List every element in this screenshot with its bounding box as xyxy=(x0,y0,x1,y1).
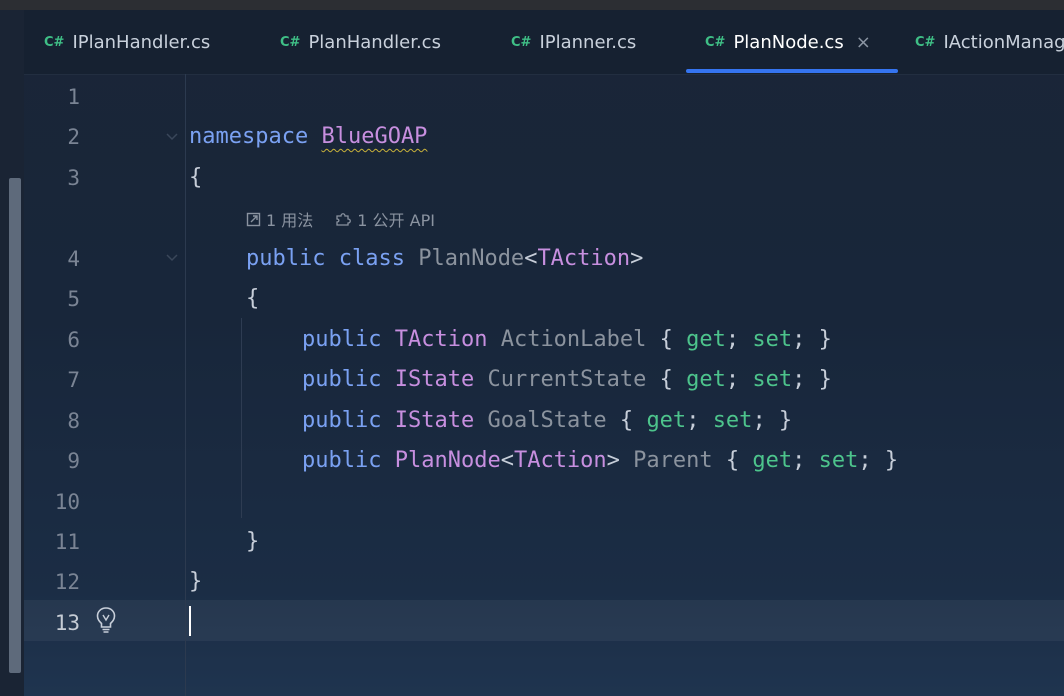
code-line-7[interactable]: public IState CurrentState { get; set; } xyxy=(302,368,832,392)
line-number: 6 xyxy=(67,328,80,352)
keyword: class xyxy=(338,246,405,271)
property-type: PlanNode xyxy=(394,448,501,473)
tab-label: PlanHandler.cs xyxy=(308,31,441,53)
line-number: 3 xyxy=(67,166,80,190)
property-name: GoalState xyxy=(487,408,607,433)
property-type: IState xyxy=(394,367,475,392)
accessor-set: set xyxy=(752,367,793,392)
accessor-get: get xyxy=(686,367,726,392)
accessor-get: get xyxy=(686,327,726,352)
open-brace: { xyxy=(189,165,203,190)
csharp-file-icon: C# xyxy=(511,34,532,50)
text-caret xyxy=(189,606,191,636)
tab-iplanhandler[interactable]: C# IPlanHandler.cs xyxy=(44,10,210,74)
accessor-set: set xyxy=(818,448,859,473)
usages-label: 1 用法 xyxy=(266,211,314,230)
lightbulb-icon[interactable] xyxy=(95,606,117,634)
code-line-12[interactable]: } xyxy=(189,570,202,594)
puzzle-icon xyxy=(336,213,352,226)
editor-tab-bar: C# IPlanHandler.cs C# PlanHandler.cs C# … xyxy=(24,10,1064,75)
code-line-6[interactable]: public TAction ActionLabel { get; set; } xyxy=(302,328,832,352)
tab-label: IPlanHandler.cs xyxy=(72,31,211,53)
accessor-set: set xyxy=(712,408,753,433)
chevron-down-icon[interactable] xyxy=(166,132,178,142)
type-parameter: TAction xyxy=(537,246,631,271)
line-number: 2 xyxy=(67,125,80,149)
property-name: CurrentState xyxy=(487,367,647,392)
accessor-set: set xyxy=(752,327,793,352)
chevron-down-icon[interactable] xyxy=(166,253,178,263)
public-api-label: 1 公开 API xyxy=(357,211,435,230)
close-brace: } xyxy=(189,569,203,594)
tab-iplanner[interactable]: C# IPlanner.cs xyxy=(511,10,636,74)
current-line-highlight xyxy=(24,600,1064,641)
property-type: TAction xyxy=(394,327,488,352)
gutter-separator xyxy=(185,74,186,696)
tab-plannode[interactable]: C# PlanNode.cs × xyxy=(705,10,871,74)
tab-iactionmanager[interactable]: C# IActionManag xyxy=(915,10,1064,74)
close-brace: } xyxy=(246,529,260,554)
code-line-11[interactable]: } xyxy=(246,530,259,554)
code-line-3[interactable]: { xyxy=(189,166,202,190)
csharp-file-icon: C# xyxy=(915,34,936,50)
external-link-icon xyxy=(246,212,261,227)
line-number: 12 xyxy=(54,570,80,594)
line-number: 8 xyxy=(67,409,80,433)
line-number: 5 xyxy=(67,287,80,311)
keyword: namespace xyxy=(189,124,309,149)
tab-label: PlanNode.cs xyxy=(733,31,844,53)
keyword: public xyxy=(302,408,382,433)
line-number: 4 xyxy=(67,247,80,271)
class-name: PlanNode xyxy=(418,246,525,271)
active-tab-indicator xyxy=(686,69,898,73)
open-brace: { xyxy=(246,286,260,311)
type-parameter: TAction xyxy=(513,448,607,473)
property-type: IState xyxy=(394,408,475,433)
property-name: Parent xyxy=(633,448,713,473)
code-line-9[interactable]: public PlanNode<TAction> Parent { get; s… xyxy=(302,449,898,473)
line-number: 10 xyxy=(54,490,80,514)
code-vision-hints: 1 用法 1 公开 API xyxy=(246,207,457,231)
csharp-file-icon: C# xyxy=(280,34,301,50)
angle-close: > xyxy=(630,246,644,271)
line-number: 9 xyxy=(67,449,80,473)
tab-planhandler[interactable]: C# PlanHandler.cs xyxy=(280,10,441,74)
public-api-hint[interactable]: 1 公开 API xyxy=(335,207,435,231)
csharp-file-icon: C# xyxy=(44,34,65,50)
code-line-2[interactable]: namespace BlueGOAP xyxy=(189,125,427,149)
line-number: 7 xyxy=(67,368,80,392)
keyword: public xyxy=(302,327,382,352)
angle-open: < xyxy=(524,246,538,271)
keyword: public xyxy=(246,246,326,271)
csharp-file-icon: C# xyxy=(705,34,726,50)
close-icon[interactable]: × xyxy=(856,32,871,53)
line-number: 1 xyxy=(67,85,80,109)
line-number: 11 xyxy=(54,530,80,554)
keyword: public xyxy=(302,367,382,392)
indent-guide xyxy=(241,318,242,518)
keyword: public xyxy=(302,448,382,473)
code-line-8[interactable]: public IState GoalState { get; set; } xyxy=(302,409,792,433)
tab-label: IActionManag xyxy=(943,31,1064,53)
line-number-current: 13 xyxy=(54,611,80,635)
code-line-4[interactable]: public class PlanNode<TAction> xyxy=(246,247,643,271)
property-name: ActionLabel xyxy=(500,327,647,352)
code-line-5[interactable]: { xyxy=(246,287,259,311)
tab-label: IPlanner.cs xyxy=(539,31,637,53)
usages-hint[interactable]: 1 用法 xyxy=(246,207,313,231)
accessor-get: get xyxy=(646,408,687,433)
accessor-get: get xyxy=(752,448,793,473)
window-top-strip xyxy=(0,0,1064,10)
namespace-name: BlueGOAP xyxy=(321,124,428,149)
